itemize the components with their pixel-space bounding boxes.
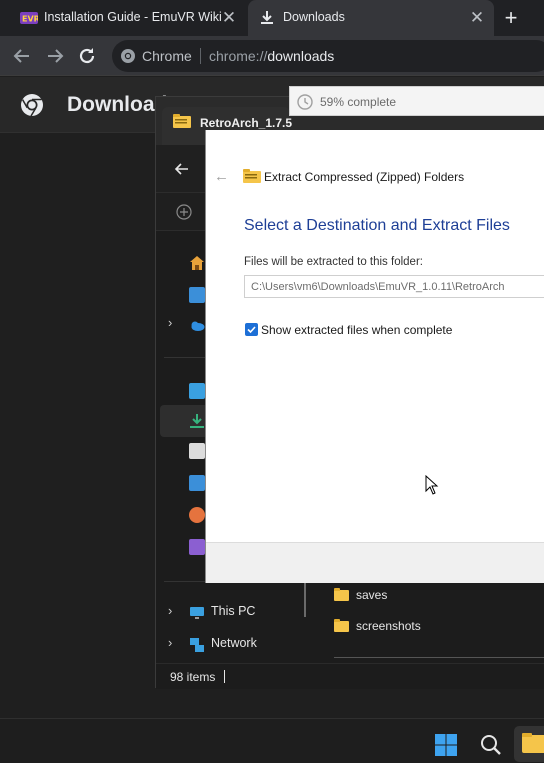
download-progress-window: 59% complete (289, 86, 544, 116)
back-arrow-icon[interactable] (174, 161, 190, 177)
chevron-right-icon[interactable]: › (168, 315, 172, 330)
sidebar-item-network[interactable]: Network (211, 636, 257, 650)
tab-title: Installation Guide - EmuVR Wiki (44, 10, 222, 24)
destination-path-field[interactable] (244, 275, 544, 298)
pictures-icon[interactable] (189, 475, 205, 491)
tab-title: Downloads (283, 10, 345, 24)
windows-start-icon[interactable] (434, 733, 458, 757)
sidebar-item-this-pc[interactable]: This PC (211, 604, 255, 618)
omnibox-url: chrome://downloads (209, 48, 334, 64)
progress-clock-icon (297, 94, 313, 110)
new-tab-button[interactable]: + (497, 4, 525, 32)
music-icon[interactable] (189, 507, 205, 523)
mouse-cursor-icon (425, 475, 439, 495)
windows-taskbar (0, 718, 544, 763)
tab-downloads[interactable]: Downloads ✕ (248, 0, 494, 36)
folder-icon (334, 588, 349, 601)
forward-arrow-icon[interactable] (43, 44, 67, 68)
emuvr-favicon-icon: EVR (20, 11, 38, 25)
download-arrow-icon (189, 413, 205, 429)
desktop-icon[interactable] (189, 383, 205, 399)
chevron-right-icon[interactable]: › (168, 603, 172, 618)
search-icon[interactable] (479, 733, 503, 757)
address-bar[interactable]: Chrome chrome://downloads (112, 40, 544, 72)
file-explorer-taskbar-icon[interactable] (514, 726, 544, 762)
new-plus-icon[interactable] (176, 204, 192, 220)
home-icon[interactable] (189, 255, 205, 271)
browser-tab-strip: EVR Installation Guide - EmuVR Wiki ✕ Do… (0, 0, 544, 36)
explorer-status-bar: 98 items (156, 663, 544, 689)
destination-label: Files will be extracted to this folder: (244, 256, 423, 268)
url-prefix: chrome:// (209, 48, 268, 64)
zip-folder-icon (173, 114, 191, 128)
sidebar-scrollbar[interactable] (304, 577, 306, 617)
show-files-label[interactable]: Show extracted files when complete (261, 323, 452, 337)
onedrive-cloud-icon[interactable] (189, 317, 205, 333)
browser-toolbar: Chrome chrome://downloads (0, 36, 544, 76)
chevron-right-icon[interactable]: › (168, 635, 172, 650)
show-files-checkbox[interactable] (245, 323, 258, 336)
zip-folder-icon (243, 169, 261, 183)
url-host: downloads (267, 48, 335, 64)
folder-name: screenshots (356, 619, 421, 633)
videos-icon[interactable] (189, 539, 205, 555)
item-count: 98 items (170, 670, 216, 684)
explorer-tab-title: RetroArch_1.7.5 (200, 116, 293, 130)
close-tab-icon[interactable]: ✕ (220, 9, 238, 27)
status-divider (224, 670, 225, 683)
reload-icon[interactable] (75, 44, 99, 68)
horizontal-scrollbar[interactable] (334, 657, 544, 658)
wizard-heading: Select a Destination and Extract Files (244, 217, 510, 234)
chrome-logo-icon (120, 48, 136, 64)
download-icon (260, 10, 274, 25)
omnibox-divider (200, 48, 201, 64)
folder-icon (334, 619, 349, 632)
extract-wizard-dialog: ← Extract Compressed (Zipped) Folders Se… (205, 130, 544, 583)
documents-icon[interactable] (189, 443, 205, 459)
close-tab-icon[interactable]: ✕ (468, 9, 486, 27)
omnibox-scheme-label: Chrome (142, 48, 192, 64)
progress-status: 59% complete (320, 95, 397, 109)
wizard-footer (206, 542, 544, 583)
tab-emuvr-wiki[interactable]: EVR Installation Guide - EmuVR Wiki ✕ (8, 0, 246, 36)
this-pc-icon (189, 605, 205, 621)
explorer-file-list: saves screenshots (316, 577, 544, 677)
back-arrow-icon[interactable] (10, 44, 34, 68)
svg-text:EVR: EVR (22, 15, 38, 24)
folder-name: saves (356, 588, 388, 602)
wizard-title: Extract Compressed (Zipped) Folders (264, 170, 465, 184)
gallery-icon[interactable] (189, 287, 205, 303)
network-icon (189, 637, 205, 653)
chrome-logo-icon (20, 93, 44, 117)
destination-path-input[interactable] (245, 276, 544, 297)
wizard-back-button[interactable]: ← (214, 168, 229, 185)
